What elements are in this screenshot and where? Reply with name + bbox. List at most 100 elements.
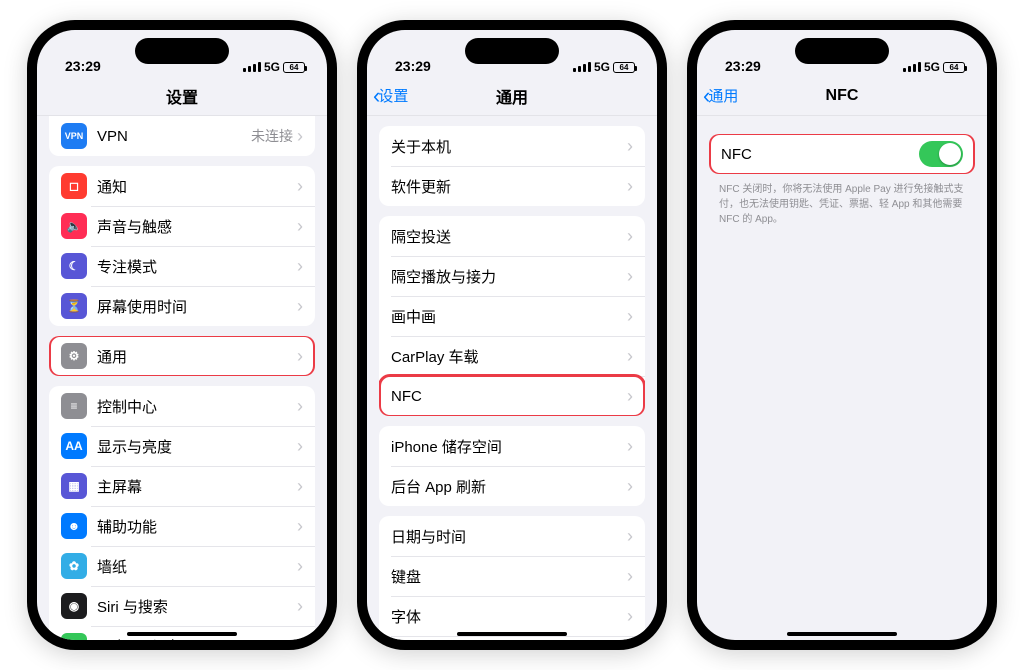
row-display[interactable]: AA 显示与亮度 › xyxy=(49,426,315,466)
nav-bar: 设置 xyxy=(37,76,327,116)
chevron-right-icon: › xyxy=(297,597,303,615)
chevron-right-icon: › xyxy=(627,137,633,155)
status-network: 5G xyxy=(594,60,610,74)
row-label: NFC xyxy=(391,388,627,405)
row-airplay[interactable]: 隔空播放与接力 › xyxy=(379,256,645,296)
chevron-right-icon: › xyxy=(297,557,303,575)
signal-icon xyxy=(243,62,261,72)
row-keyboard[interactable]: 键盘 › xyxy=(379,556,645,596)
page-title: 设置 xyxy=(166,84,198,108)
row-focus[interactable]: ☾ 专注模式 › xyxy=(49,246,315,286)
chevron-right-icon: › xyxy=(627,567,633,585)
battery-icon: 64 xyxy=(613,62,635,73)
row-airdrop[interactable]: 隔空投送 › xyxy=(379,216,645,256)
row-label: 字体 xyxy=(391,606,627,627)
row-label: 画中画 xyxy=(391,306,627,327)
chevron-right-icon: › xyxy=(627,227,633,245)
row-language[interactable]: 语言与地区 › xyxy=(379,636,645,640)
chevron-right-icon: › xyxy=(297,637,303,640)
row-label: 专注模式 xyxy=(97,256,297,277)
chevron-right-icon: › xyxy=(297,437,303,455)
row-label: 通用 xyxy=(97,346,297,367)
signal-icon xyxy=(903,62,921,72)
hourglass-icon: ⏳ xyxy=(61,293,87,319)
status-network: 5G xyxy=(264,60,280,74)
row-wallpaper[interactable]: ✿ 墙纸 › xyxy=(49,546,315,586)
home-indicator[interactable] xyxy=(787,632,897,636)
chevron-right-icon: › xyxy=(297,297,303,315)
row-label: CarPlay 车载 xyxy=(391,346,627,367)
chevron-right-icon: › xyxy=(627,387,633,405)
row-nfc[interactable]: NFC › xyxy=(379,376,645,416)
battery-icon: 64 xyxy=(283,62,305,73)
chevron-right-icon: › xyxy=(627,437,633,455)
row-siri[interactable]: ◉ Siri 与搜索 › xyxy=(49,586,315,626)
row-general[interactable]: ⚙ 通用 › xyxy=(49,336,315,376)
row-label: NFC xyxy=(721,146,919,163)
row-label: 日期与时间 xyxy=(391,526,627,547)
back-button[interactable]: ‹ 通用 xyxy=(703,76,738,115)
row-about[interactable]: 关于本机 › xyxy=(379,126,645,166)
phone-settings: 23:29 5G 64 设置 VPN VPN 未连接 › ◻︎ xyxy=(27,20,337,650)
chevron-right-icon: › xyxy=(297,477,303,495)
gear-icon: ⚙ xyxy=(61,343,87,369)
row-storage[interactable]: iPhone 储存空间 › xyxy=(379,426,645,466)
row-sound[interactable]: 🔈 声音与触感 › xyxy=(49,206,315,246)
home-indicator[interactable] xyxy=(127,632,237,636)
row-background-refresh[interactable]: 后台 App 刷新 › xyxy=(379,466,645,506)
status-time: 23:29 xyxy=(395,58,431,74)
bell-icon: ◻︎ xyxy=(61,173,87,199)
row-label: Siri 与搜索 xyxy=(97,596,297,617)
row-fonts[interactable]: 字体 › xyxy=(379,596,645,636)
row-notifications[interactable]: ◻︎ 通知 › xyxy=(49,166,315,206)
battery-icon: 64 xyxy=(943,62,965,73)
chevron-right-icon: › xyxy=(627,267,633,285)
row-nfc-toggle[interactable]: NFC xyxy=(709,134,975,174)
grid-icon: ▦ xyxy=(61,473,87,499)
row-label: 通知 xyxy=(97,176,297,197)
row-homescreen[interactable]: ▦ 主屏幕 › xyxy=(49,466,315,506)
nfc-footer-note: NFC 关闭时，你将无法使用 Apple Pay 进行免接触式支付，也无法使用钥… xyxy=(719,182,965,227)
accessibility-icon: ☻ xyxy=(61,513,87,539)
row-control-center[interactable]: ≡ 控制中心 › xyxy=(49,386,315,426)
row-label: 后台 App 刷新 xyxy=(391,476,627,497)
faceid-icon: ☺ xyxy=(61,633,87,640)
dynamic-island xyxy=(135,38,229,64)
settings-content[interactable]: VPN VPN 未连接 › ◻︎ 通知 › 🔈 声音与触感 › xyxy=(37,116,327,640)
home-indicator[interactable] xyxy=(457,632,567,636)
chevron-right-icon: › xyxy=(297,177,303,195)
row-label: 控制中心 xyxy=(97,396,297,417)
row-vpn[interactable]: VPN VPN 未连接 › xyxy=(49,116,315,156)
row-carplay[interactable]: CarPlay 车载 › xyxy=(379,336,645,376)
general-content[interactable]: 关于本机 › 软件更新 › 隔空投送 › 隔空播放与接力 › 画中 xyxy=(367,116,657,640)
row-screentime[interactable]: ⏳ 屏幕使用时间 › xyxy=(49,286,315,326)
chevron-right-icon: › xyxy=(627,607,633,625)
sliders-icon: ≡ xyxy=(61,393,87,419)
page-title: 通用 xyxy=(496,84,528,108)
chevron-right-icon: › xyxy=(297,257,303,275)
nfc-toggle-on[interactable] xyxy=(919,141,963,167)
row-label: 关于本机 xyxy=(391,136,627,157)
text-size-icon: AA xyxy=(61,433,87,459)
row-label: 软件更新 xyxy=(391,176,627,197)
nfc-content[interactable]: NFC NFC 关闭时，你将无法使用 Apple Pay 进行免接触式支付，也无… xyxy=(697,116,987,640)
row-accessibility[interactable]: ☻ 辅助功能 › xyxy=(49,506,315,546)
chevron-right-icon: › xyxy=(627,527,633,545)
highlight-nfc-toggle: NFC xyxy=(709,134,975,174)
phone-nfc: 23:29 5G 64 ‹ 通用 NFC NFC NFC 关闭时，你将无法使用 … xyxy=(687,20,997,650)
back-label: 设置 xyxy=(378,85,408,106)
chevron-right-icon: › xyxy=(297,517,303,535)
signal-icon xyxy=(573,62,591,72)
row-label: 屏幕使用时间 xyxy=(97,296,297,317)
row-label: 墙纸 xyxy=(97,556,297,577)
row-pip[interactable]: 画中画 › xyxy=(379,296,645,336)
speaker-icon: 🔈 xyxy=(61,213,87,239)
back-button[interactable]: ‹ 设置 xyxy=(373,76,408,115)
row-detail: 未连接 xyxy=(251,126,293,146)
status-time: 23:29 xyxy=(65,58,101,74)
chevron-right-icon: › xyxy=(297,397,303,415)
row-datetime[interactable]: 日期与时间 › xyxy=(379,516,645,556)
row-label: 声音与触感 xyxy=(97,216,297,237)
row-software-update[interactable]: 软件更新 › xyxy=(379,166,645,206)
row-label: VPN xyxy=(97,128,251,145)
